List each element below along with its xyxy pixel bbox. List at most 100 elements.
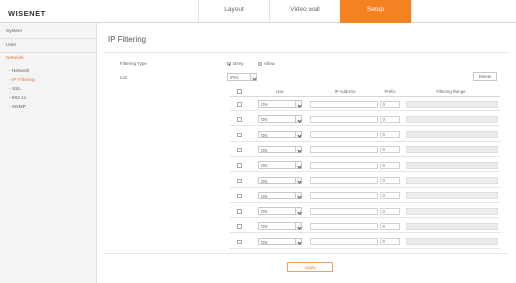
filtering-range-field xyxy=(406,207,498,215)
use-select[interactable]: ON xyxy=(258,222,302,230)
use-select[interactable]: ON xyxy=(258,207,302,215)
sidebar-subitem-network[interactable]: - Network xyxy=(9,69,30,74)
header-use: Use xyxy=(276,88,284,94)
row-checkbox[interactable] xyxy=(237,132,242,138)
use-select[interactable]: ON xyxy=(258,130,302,139)
header-prefix: Prefix xyxy=(384,88,396,94)
prefix-input[interactable]: 0 xyxy=(380,207,400,215)
bottom-divider xyxy=(104,253,508,254)
filtering-range-field xyxy=(406,161,498,169)
use-select[interactable]: ON xyxy=(258,100,302,108)
prefix-input[interactable]: 0 xyxy=(380,161,400,169)
chevron-down-icon xyxy=(295,101,301,107)
row-checkbox[interactable] xyxy=(237,178,242,183)
prefix-input[interactable]: 0 xyxy=(380,146,400,154)
chevron-down-icon xyxy=(295,162,301,168)
row-checkbox[interactable] xyxy=(237,102,242,107)
ip-address-input[interactable] xyxy=(310,222,378,230)
sidebar-item-user[interactable]: User xyxy=(6,43,16,48)
use-value: ON xyxy=(261,209,268,215)
sidebar-item-system[interactable]: System xyxy=(6,29,22,34)
title-divider xyxy=(104,52,508,53)
prefix-input[interactable]: 0 xyxy=(380,100,400,108)
ip-version-value: IPv4 xyxy=(230,75,239,80)
chevron-down-icon xyxy=(295,238,301,245)
sidebar-divider xyxy=(0,38,97,39)
prefix-input[interactable]: 0 xyxy=(380,131,400,139)
header-ip-address: IP Address xyxy=(334,88,356,94)
prefix-input[interactable]: 0 xyxy=(380,192,400,200)
chevron-down-icon xyxy=(295,146,301,153)
tab-video-wall[interactable]: Video wall xyxy=(269,0,340,23)
table-row: ON 0 xyxy=(230,174,500,188)
table-row: ON 0 xyxy=(230,235,500,249)
sidebar-subitem-snmp[interactable]: - SNMP xyxy=(9,105,26,110)
deny-radio[interactable] xyxy=(227,62,231,66)
ip-address-input[interactable] xyxy=(310,177,378,184)
ip-version-select[interactable]: IPv4 xyxy=(227,73,257,81)
ip-address-input[interactable] xyxy=(310,115,378,123)
chevron-down-icon xyxy=(295,177,301,183)
table-row: ON 0 xyxy=(230,219,500,234)
table-row: ON 0 xyxy=(230,128,500,142)
use-value: ON xyxy=(261,193,268,199)
use-select[interactable]: ON xyxy=(258,237,302,246)
header-filtering-range: Filtering Range xyxy=(436,88,466,94)
filtering-range-field xyxy=(406,146,498,154)
sidebar-subitem-8021x[interactable]: - 802.1x xyxy=(9,96,26,101)
sidebar-subitem-ssl[interactable]: - SSL xyxy=(9,87,21,92)
row-checkbox[interactable] xyxy=(237,147,242,153)
sidebar-divider xyxy=(0,52,97,53)
select-all-checkbox[interactable] xyxy=(237,89,242,94)
row-checkbox[interactable] xyxy=(237,209,242,214)
use-select[interactable]: ON xyxy=(258,161,302,169)
ip-address-input[interactable] xyxy=(310,131,378,139)
delete-button[interactable]: Delete xyxy=(473,72,497,81)
filtering-range-field xyxy=(406,177,498,184)
table-row: ON 0 xyxy=(230,97,500,111)
ip-address-input[interactable] xyxy=(310,207,378,215)
prefix-input[interactable]: 0 xyxy=(380,115,400,123)
ip-address-input[interactable] xyxy=(310,161,378,169)
table-row: ON 0 xyxy=(230,158,500,173)
use-select[interactable]: ON xyxy=(258,191,302,200)
filtering-type-label: Filtering Type xyxy=(120,61,147,66)
use-value: ON xyxy=(261,163,268,169)
prefix-input[interactable]: 0 xyxy=(380,238,400,246)
ip-address-input[interactable] xyxy=(310,238,378,246)
use-select[interactable]: ON xyxy=(258,145,302,154)
prefix-input[interactable]: 0 xyxy=(380,222,400,230)
tab-layout[interactable]: Layout xyxy=(198,0,269,23)
ip-address-input[interactable] xyxy=(310,146,378,154)
top-bar: WISENET Layout Video wall Setup xyxy=(0,0,516,23)
chevron-down-icon xyxy=(295,223,301,229)
tab-label: Layout xyxy=(224,6,244,13)
table-header: Use IP Address Prefix Filtering Range xyxy=(230,86,500,97)
chevron-down-icon xyxy=(250,74,256,80)
tab-label: Setup xyxy=(367,6,384,13)
row-checkbox[interactable] xyxy=(237,117,242,122)
tab-setup[interactable]: Setup xyxy=(340,0,411,23)
tab-label: Video wall xyxy=(290,6,320,13)
page-title: IP Filtering xyxy=(108,35,147,44)
chevron-down-icon xyxy=(295,116,301,122)
use-value: ON xyxy=(261,117,268,123)
list-label: List xyxy=(120,75,128,80)
filtering-range-field xyxy=(406,131,498,139)
chevron-down-icon xyxy=(295,192,301,199)
sidebar-item-network[interactable]: Network xyxy=(6,56,24,61)
row-checkbox[interactable] xyxy=(237,224,242,229)
chevron-down-icon xyxy=(295,131,301,138)
sidebar-subitem-ip-filtering[interactable]: - IP Filtering xyxy=(9,78,35,83)
use-select[interactable]: ON xyxy=(258,176,302,184)
use-select[interactable]: ON xyxy=(258,115,302,123)
row-checkbox[interactable] xyxy=(237,193,242,199)
prefix-input[interactable]: 0 xyxy=(380,177,400,184)
tab-spacer xyxy=(411,0,516,23)
row-checkbox[interactable] xyxy=(237,163,242,168)
ip-address-input[interactable] xyxy=(310,100,378,108)
allow-radio[interactable] xyxy=(258,62,262,66)
apply-button[interactable]: Apply xyxy=(287,262,333,272)
ip-address-input[interactable] xyxy=(310,192,378,200)
row-checkbox[interactable] xyxy=(237,239,242,245)
